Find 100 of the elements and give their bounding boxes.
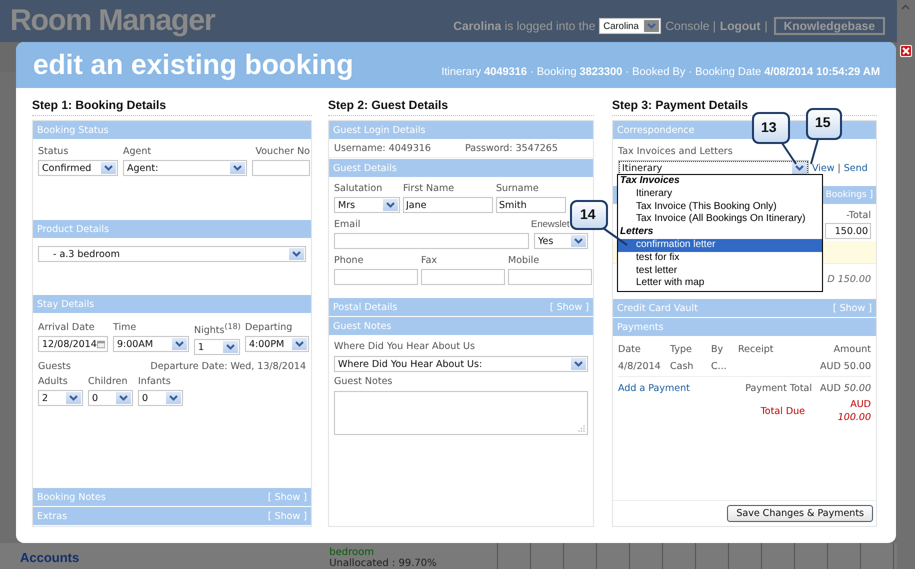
section-title: Postal Details <box>333 302 398 312</box>
save-button[interactable]: Save Changes & Payments <box>727 505 873 522</box>
field-label: Departing <box>245 322 292 333</box>
booking-meta: Itinerary 4049316 · Booking 3823300 · Booked By · Booking Date 4/08/2014 10:54:29 AM <box>441 66 880 78</box>
section-title: Credit Card Vault <box>617 302 698 314</box>
menu-group-label: Tax Invoices <box>619 175 681 188</box>
table-cell-text: AUD 50.00 <box>819 361 871 372</box>
step-heading: Step 1: Booking Details <box>32 98 312 116</box>
field-label: Adults <box>38 376 68 388</box>
add-payment-link[interactable]: Add a Payment <box>618 383 690 394</box>
newsletter-select[interactable]: Yes <box>534 233 588 249</box>
console-label: Console | <box>665 19 716 33</box>
column-header: -Total <box>846 210 871 221</box>
chevron-down-icon <box>295 341 304 347</box>
section-title: Stay Details <box>37 298 94 310</box>
time-select[interactable]: 4:00PM <box>245 336 309 352</box>
section-title: Guest Notes <box>333 320 392 332</box>
table-cell-text: Cash <box>670 361 694 372</box>
mobile-field[interactable] <box>508 269 592 285</box>
agent-select[interactable]: Agent: <box>123 160 247 176</box>
fax-field[interactable] <box>421 269 505 285</box>
field-label: Nights$^{(18)}$ <box>194 322 241 336</box>
field-label: Infants <box>138 376 171 388</box>
menu-item[interactable]: test letter <box>618 264 822 278</box>
app-title: Room Manager <box>10 4 215 38</box>
count-select[interactable]: 0 <box>138 390 183 406</box>
menu-group-label: Letters <box>619 226 654 239</box>
field-label: Agent <box>123 146 152 157</box>
room-name: bedroom <box>329 547 375 558</box>
status-select[interactable]: Confirmed <box>38 160 118 176</box>
column-header: Date <box>618 344 642 355</box>
chevron-down-icon <box>574 361 583 367</box>
count-select[interactable]: 0 <box>88 390 133 406</box>
count-select[interactable]: 2 <box>38 390 83 406</box>
salutation-select[interactable]: Mrs <box>334 197 400 213</box>
chevron-down-icon <box>386 202 395 208</box>
table-cell-text: 4/8/2014 <box>618 361 662 372</box>
section-title: Extras <box>37 510 68 522</box>
menu-item[interactable]: confirmation letter <box>618 238 822 252</box>
voucher-field[interactable] <box>252 160 310 176</box>
table-cell-text: C... <box>711 361 728 372</box>
callout: 13 <box>752 112 798 166</box>
field-label: Surname <box>496 183 539 194</box>
menu-item[interactable]: Tax Invoice (All Bookings On Itinerary) <box>618 213 822 226</box>
chevron-down-icon <box>226 344 235 350</box>
username-text: Username: 4049316 <box>334 143 431 154</box>
field-label: Salutation <box>334 183 382 194</box>
field-label: Guests <box>38 361 71 372</box>
scrollbar[interactable] <box>897 0 915 569</box>
field-label: Status <box>38 146 68 157</box>
arrow-up-icon <box>901 4 910 10</box>
chevron-down-icon <box>647 23 656 29</box>
menu-item[interactable]: Itinerary <box>618 188 822 201</box>
section-title: Guest Login Details <box>333 124 426 136</box>
field-label: Children <box>88 376 128 388</box>
field-label: Fax <box>421 255 438 266</box>
phone-field[interactable] <box>334 269 418 285</box>
field-label: Mobile <box>508 255 540 266</box>
dialog-title: edit an existing booking <box>33 50 354 80</box>
section-title: Accounts <box>20 550 80 565</box>
source-select[interactable]: Where Did You Hear About Us: <box>334 356 588 372</box>
calendar-icon <box>96 340 105 348</box>
field-label: Tax Invoices and Letters <box>618 146 734 157</box>
chevron-down-icon <box>574 238 583 244</box>
console-select[interactable]: Carolina <box>599 18 662 34</box>
section-title: Correspondence <box>617 124 695 136</box>
chevron-down-icon <box>119 395 128 402</box>
chevron-down-icon <box>233 165 242 171</box>
field-label: Guest Notes <box>334 376 394 387</box>
total-due-label: Total Due <box>760 406 805 417</box>
time-select[interactable]: 9:00AM <box>113 336 189 352</box>
close-button[interactable] <box>900 45 912 57</box>
amount-field[interactable]: 150.00 <box>825 223 871 239</box>
menu-item[interactable]: Letter with map <box>618 277 822 290</box>
column-header: By <box>711 344 724 355</box>
column-header: Receipt <box>738 344 774 355</box>
nights-select[interactable]: 1 <box>194 339 240 356</box>
surname-field[interactable]: Smith <box>496 197 566 213</box>
product-select[interactable]: - a.3 bedroom <box>38 246 306 262</box>
chevron-down-icon <box>795 165 804 171</box>
email-field[interactable] <box>334 233 529 249</box>
date-field[interactable]: 12/08/2014 <box>38 336 108 352</box>
field-label: First Name <box>403 183 454 194</box>
field-label: Voucher No <box>255 146 310 157</box>
section-title: Booking Notes <box>37 492 106 502</box>
chevron-down-icon <box>292 251 301 257</box>
departure-date: Departure Date: Wed, 13/8/2014 <box>150 361 306 372</box>
total-value: AUD 50.00 <box>820 383 871 394</box>
field-label: Enewslet <box>531 219 570 230</box>
section-title: Product Details <box>37 224 110 234</box>
menu-item[interactable]: test for fix <box>618 252 822 265</box>
notes-field[interactable] <box>334 391 588 435</box>
total-label: Payment Total <box>745 383 812 394</box>
occupancy-text: Unallocated : 99.70% <box>329 558 437 569</box>
field-label: Email <box>334 219 360 230</box>
send-link[interactable]: Send <box>844 162 868 174</box>
column-header: Amount <box>832 344 871 355</box>
step-heading: Step 2: Guest Details <box>328 98 594 116</box>
total-text: D 150.00 <box>827 274 871 285</box>
menu-item[interactable]: Tax Invoice (This Booking Only) <box>618 200 822 214</box>
